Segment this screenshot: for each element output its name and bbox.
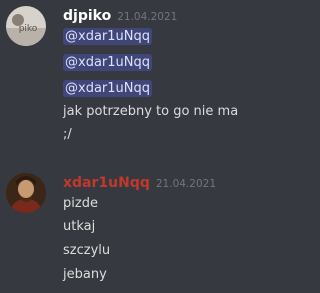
message-group-djpiko: piko djpiko 21.04.2021 @xdar1uNqq @xdar1u… (0, 0, 246, 160)
message-text: jak potrzebny to go nie ma (63, 104, 239, 119)
mention-link[interactable]: @xdar1uNqq (63, 28, 152, 45)
timestamp[interactable]: 21.04.2021 (117, 11, 177, 23)
message-text: ;/ (63, 127, 72, 142)
timestamp[interactable]: 21.04.2021 (156, 178, 216, 190)
message-group-xdar1uNqq: xdar1uNqq 21.04.2021 pizde utkaj szczylu … (0, 160, 246, 293)
message-line: @xdar1uNqq (63, 28, 152, 46)
username[interactable]: xdar1uNqq (63, 175, 150, 191)
avatar-caption: piko (19, 24, 38, 34)
message-header: djpiko 21.04.2021 (63, 5, 177, 25)
message-line: @xdar1uNqq (63, 80, 152, 98)
message-text: szczylu (63, 243, 111, 258)
username[interactable]: djpiko (63, 8, 111, 24)
mention-link[interactable]: @xdar1uNqq (63, 80, 152, 97)
avatar-photo-icon: piko (6, 6, 46, 46)
message-text: jebany (63, 267, 107, 282)
user-avatar[interactable] (6, 173, 46, 213)
message-line: @xdar1uNqq (63, 54, 152, 72)
message-text: utkaj (63, 219, 96, 234)
portrait-painting-avatar-icon (6, 173, 46, 213)
mention-link[interactable]: @xdar1uNqq (63, 54, 152, 71)
user-avatar[interactable]: piko (6, 6, 46, 46)
message-text: pizde (63, 196, 98, 211)
message-header: xdar1uNqq 21.04.2021 (63, 172, 216, 192)
